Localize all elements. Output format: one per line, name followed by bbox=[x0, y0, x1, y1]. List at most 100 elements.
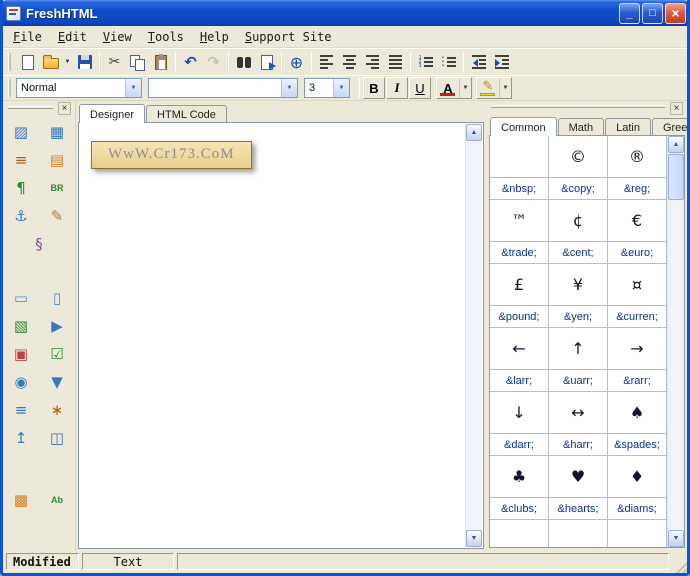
justify-button[interactable] bbox=[384, 51, 407, 73]
font-color-button[interactable]: A ▼ bbox=[436, 77, 472, 99]
cut-button[interactable]: ✂ bbox=[103, 51, 126, 73]
entity-label-cell[interactable]: &uarr; bbox=[549, 370, 608, 392]
numbered-list-button[interactable]: 1 2 3 bbox=[414, 51, 437, 73]
tool-hidden-field[interactable]: ∗ bbox=[46, 399, 68, 421]
tool-insert-form[interactable]: ▭ bbox=[10, 287, 32, 309]
font-name-combo[interactable]: ▼ bbox=[148, 78, 298, 98]
scroll-track[interactable] bbox=[668, 153, 684, 530]
menu-support-site[interactable]: Support Site bbox=[237, 28, 340, 46]
new-button[interactable] bbox=[16, 51, 39, 73]
tool-fieldset[interactable]: ◫ bbox=[46, 427, 68, 449]
tab-html-code[interactable]: HTML Code bbox=[146, 105, 227, 123]
entity-symbol-cell[interactable]: ↓ bbox=[490, 392, 549, 434]
tool-checkbox[interactable]: ☑ bbox=[46, 343, 68, 365]
menu-help[interactable]: Help bbox=[192, 28, 237, 46]
tool-spell-check[interactable]: Ab bbox=[46, 489, 68, 511]
entity-symbol-cell[interactable]: ♠ bbox=[608, 392, 667, 434]
tab-designer[interactable]: Designer bbox=[79, 104, 145, 123]
entity-label-cell[interactable]: &trade; bbox=[490, 242, 549, 264]
tool-insert-date[interactable]: ▤ bbox=[46, 149, 68, 171]
entity-symbol-cell[interactable]: ← bbox=[490, 328, 549, 370]
title-bar[interactable]: FreshHTML _ □ × bbox=[0, 0, 690, 26]
entity-label-cell[interactable]: &curren; bbox=[608, 306, 667, 328]
tool-special-character[interactable]: § bbox=[28, 233, 50, 255]
save-button[interactable] bbox=[73, 51, 96, 73]
resize-grip[interactable] bbox=[673, 559, 687, 573]
tool-insert-image[interactable]: ▨ bbox=[10, 121, 32, 143]
tool-radio-button[interactable]: ◉ bbox=[10, 371, 32, 393]
paragraph-style-combo[interactable]: Normal ▼ bbox=[16, 78, 142, 98]
font-color-dropdown[interactable]: ▼ bbox=[459, 78, 471, 98]
scroll-down-button[interactable]: ▼ bbox=[668, 530, 684, 547]
entity-label-cell[interactable]: &copy; bbox=[549, 178, 608, 200]
panel-close-button[interactable]: × bbox=[670, 102, 683, 115]
minimize-button[interactable]: _ bbox=[619, 3, 640, 24]
tool-insert-table[interactable]: ▦ bbox=[46, 121, 68, 143]
toolbar-grip[interactable] bbox=[8, 53, 11, 71]
design-canvas[interactable]: WwW.Cr173.CoM ▲ ▼ bbox=[78, 122, 484, 549]
entity-label-cell[interactable]: &diams; bbox=[608, 498, 667, 520]
tool-file-upload[interactable]: ↥ bbox=[10, 427, 32, 449]
sidebar-grip[interactable] bbox=[8, 106, 53, 109]
open-dropdown[interactable]: ▼ bbox=[62, 51, 73, 73]
close-button[interactable]: × bbox=[665, 3, 686, 24]
entity-symbol-cell[interactable] bbox=[490, 520, 549, 547]
highlight-button[interactable]: ✎ ▼ bbox=[476, 77, 512, 99]
redo-button[interactable]: ↷ bbox=[202, 51, 225, 73]
scroll-thumb[interactable] bbox=[668, 154, 684, 200]
tab-common[interactable]: Common bbox=[490, 117, 557, 136]
find-button[interactable] bbox=[232, 51, 255, 73]
entity-label-cell[interactable]: &pound; bbox=[490, 306, 549, 328]
entity-symbol-cell[interactable]: ♥ bbox=[549, 456, 608, 498]
tool-insert-paragraph[interactable]: ¶ bbox=[10, 177, 32, 199]
bullet-list-button[interactable]: • • • bbox=[437, 51, 460, 73]
entity-label-cell[interactable]: &yen; bbox=[549, 306, 608, 328]
entity-symbol-cell[interactable]: £ bbox=[490, 264, 549, 306]
entity-symbol-cell[interactable]: ¢ bbox=[549, 200, 608, 242]
scroll-up-button[interactable]: ▲ bbox=[668, 136, 684, 153]
indent-button[interactable] bbox=[490, 51, 513, 73]
entity-label-cell[interactable]: &cent; bbox=[549, 242, 608, 264]
undo-button[interactable]: ↶ bbox=[179, 51, 202, 73]
tool-image-gallery[interactable]: ▩ bbox=[10, 489, 32, 511]
scroll-track[interactable] bbox=[466, 141, 482, 530]
editor-scrollbar[interactable]: ▲ ▼ bbox=[465, 124, 482, 547]
font-size-combo[interactable]: 3 ▼ bbox=[304, 78, 350, 98]
panel-grip[interactable] bbox=[491, 105, 665, 108]
tab-greek[interactable]: Greek bbox=[652, 118, 690, 136]
underline-button[interactable]: U bbox=[409, 77, 431, 99]
highlight-dropdown[interactable]: ▼ bbox=[499, 78, 511, 98]
tool-line-break[interactable]: BR bbox=[46, 177, 68, 199]
tab-math[interactable]: Math bbox=[558, 118, 604, 136]
entity-label-cell[interactable]: &nbsp; bbox=[490, 178, 549, 200]
outdent-button[interactable] bbox=[467, 51, 490, 73]
entity-symbol-cell[interactable]: → bbox=[608, 328, 667, 370]
tool-image-map[interactable]: ▧ bbox=[10, 315, 32, 337]
font-size-dropdown[interactable]: ▼ bbox=[333, 79, 349, 97]
entity-label-cell[interactable]: &larr; bbox=[490, 370, 549, 392]
entity-label-cell[interactable]: &reg; bbox=[608, 178, 667, 200]
font-name-dropdown[interactable]: ▼ bbox=[281, 79, 297, 97]
entity-symbol-cell[interactable] bbox=[549, 520, 608, 547]
entity-symbol-cell[interactable]: € bbox=[608, 200, 667, 242]
tool-edit-note[interactable]: ✎ bbox=[46, 205, 68, 227]
entity-symbol-cell[interactable] bbox=[490, 136, 549, 178]
entity-symbol-cell[interactable]: ™ bbox=[490, 200, 549, 242]
paste-button[interactable] bbox=[149, 51, 172, 73]
sidebar-close-button[interactable]: × bbox=[58, 102, 71, 115]
preview-button[interactable] bbox=[255, 51, 278, 73]
hyperlink-button[interactable]: ⊕ bbox=[285, 51, 308, 73]
tool-list-box[interactable]: ≡ bbox=[10, 399, 32, 421]
entity-symbol-cell[interactable]: ↔ bbox=[549, 392, 608, 434]
scroll-down-button[interactable]: ▼ bbox=[466, 530, 482, 547]
entity-label-cell[interactable]: &darr; bbox=[490, 434, 549, 456]
toolbar-grip[interactable] bbox=[8, 79, 11, 97]
tool-horizontal-rule[interactable]: ≡ bbox=[10, 149, 32, 171]
paragraph-style-dropdown[interactable]: ▼ bbox=[125, 79, 141, 97]
entity-label-cell[interactable]: &harr; bbox=[549, 434, 608, 456]
entity-label-cell[interactable]: &spades; bbox=[608, 434, 667, 456]
entity-symbol-cell[interactable]: ¤ bbox=[608, 264, 667, 306]
tool-combo-box[interactable]: ▼ bbox=[46, 371, 68, 393]
entity-symbol-cell[interactable]: ¥ bbox=[549, 264, 608, 306]
entity-label-cell[interactable]: &euro; bbox=[608, 242, 667, 264]
